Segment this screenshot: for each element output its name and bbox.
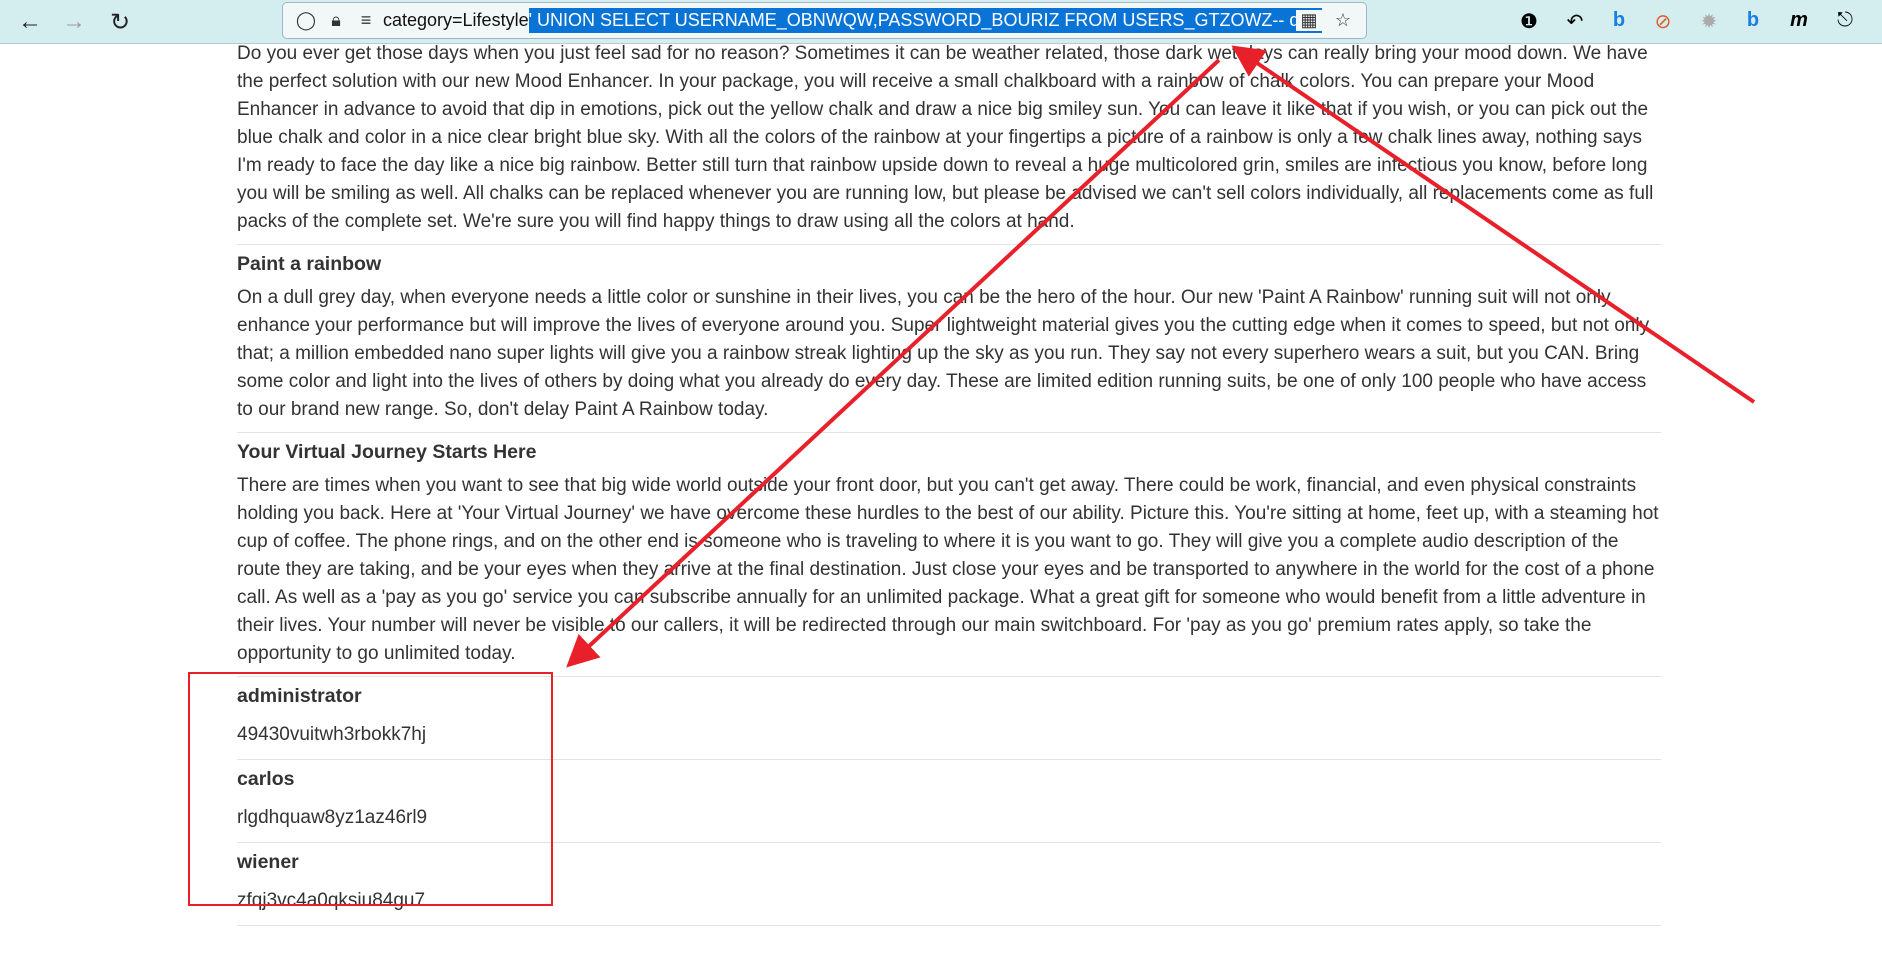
arrow-to-results: [566, 58, 1221, 668]
arrow-to-url: [1231, 45, 1756, 404]
annotation-arrows: [566, 45, 1756, 668]
